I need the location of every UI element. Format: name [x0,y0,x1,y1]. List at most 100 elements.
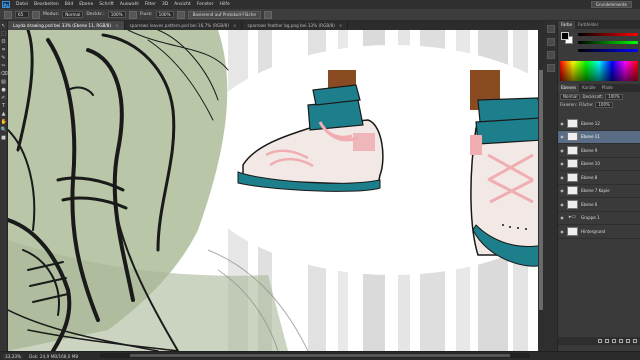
menu-ebene[interactable]: Ebene [76,2,96,7]
menu-fenster[interactable]: Fenster [194,2,217,7]
fill-field[interactable]: 100% [595,101,613,108]
eye-icon[interactable]: ◉ [558,175,566,180]
layer-row[interactable]: ◉ Ebene 12 [558,117,640,131]
blend-mode-select[interactable]: Normal [560,93,581,100]
brush-panel-icon[interactable] [32,10,40,19]
layer-row[interactable]: ◉ Ebene 9 [558,144,640,158]
eye-icon[interactable]: ◉ [558,134,566,139]
brush-size-field[interactable]: 65 [15,11,29,18]
green-slider[interactable] [578,41,638,44]
lasso-tool-icon[interactable]: ʘ [1,39,7,45]
menu-schrift[interactable]: Schrift [96,2,117,7]
new-layer-icon[interactable] [626,339,630,343]
menu-bearbeiten[interactable]: Bearbeiten [31,2,62,7]
color-panel [558,29,640,65]
document-canvas[interactable] [8,30,538,351]
foreground-swatch[interactable] [561,32,569,40]
tab-pfade[interactable]: Pfade [599,84,616,92]
flow-field[interactable]: 100% [155,11,174,18]
menu-ansicht[interactable]: Ansicht [171,2,194,7]
tools-panel: ↖ ⬚ ʘ ⌗ ✎ ✂ ⌫ ▧ ● ✍ T ▲ ✋ 🔍 ■ [0,21,8,351]
canvas-horizontal-scrollbar[interactable] [100,353,530,358]
brush-panel-icon[interactable] [546,51,555,59]
menu-bar: Ps Datei Bearbeiten Bild Ebene Schrift A… [0,0,640,9]
brush-preset-icon[interactable] [4,10,12,19]
mode-select[interactable]: Normal [62,11,84,18]
pen-tool-icon[interactable]: ✍ [1,95,7,101]
zoom-level[interactable]: 33,33% [3,353,23,359]
eye-icon[interactable]: ◉ [558,188,566,193]
layer-group-row[interactable]: ◉ ▸▭ Gruppe 1 [558,212,640,225]
link-layers-icon[interactable] [598,339,602,343]
scroll-thumb[interactable] [539,70,543,310]
layer-row[interactable]: ◉ Hintergrund [558,225,640,239]
airbrush-icon[interactable] [176,10,185,19]
workspace-switcher[interactable]: Grundelemente [590,1,632,8]
new-group-icon[interactable] [619,339,623,343]
eye-icon[interactable]: ◉ [558,229,566,234]
opacity-field[interactable]: 100% [107,11,126,18]
eraser-tool-icon[interactable]: ⌫ [1,71,8,77]
tab-layda-drawing[interactable]: Layda drawing.psd bei 33% (Ebene 11, RGB… [8,21,125,30]
eye-icon[interactable]: ◉ [558,161,566,166]
layer-style-icon[interactable] [605,339,609,343]
menu-3d[interactable]: 3D [159,2,171,7]
menu-auswahl[interactable]: Auswahl [117,2,142,7]
layer-row[interactable]: ◉ Ebene 8 [558,171,640,185]
history-panel-icon[interactable] [546,25,555,33]
pressure-opacity-icon[interactable] [128,10,137,19]
clone-tool-icon[interactable]: ✂ [1,63,7,69]
move-tool-icon[interactable]: ↖ [1,23,7,29]
eye-icon[interactable]: ◉ [558,148,566,153]
layer-row[interactable]: ◉ Ebene 6 [558,198,640,212]
marquee-tool-icon[interactable]: ⬚ [1,31,7,37]
layer-thumbnail [567,199,578,209]
layer-name: Ebene 7 Kopie [581,188,610,194]
layers-panel-tabs: Ebenen Kanäle Pfade [558,84,640,92]
eye-icon[interactable]: ◉ [558,202,566,207]
close-icon[interactable]: × [115,23,119,28]
tab-ebenen[interactable]: Ebenen [558,84,580,92]
adjustments-panel-icon[interactable] [546,64,555,72]
hand-tool-icon[interactable]: ✋ [1,119,7,125]
tab-label: sparrows feather bg.png bei 33% (RGB/8) [247,23,335,28]
color-panel-tabs: Farbe Farbfelder [558,21,640,29]
layer-opacity-field[interactable]: 100% [605,93,623,100]
dodge-tool-icon[interactable]: ● [1,87,7,93]
tab-farbfelder[interactable]: Farbfelder [575,21,601,29]
crop-tool-icon[interactable]: ⌗ [1,47,7,53]
menu-filter[interactable]: Filter [142,2,159,7]
mask-icon[interactable] [612,339,616,343]
scroll-thumb[interactable] [130,354,510,357]
blue-slider[interactable] [578,49,638,52]
close-icon[interactable]: × [339,23,343,28]
tab-feather-bg[interactable]: sparrows feather bg.png bei 33% (RGB/8) × [242,21,349,30]
color-spectrum[interactable] [560,61,638,81]
properties-panel-icon[interactable] [546,38,555,46]
type-tool-icon[interactable]: T [1,103,7,109]
layer-row[interactable]: ◉ Ebene 11 [558,130,640,144]
tab-farbe[interactable]: Farbe [558,21,576,29]
menu-datei[interactable]: Datei [13,2,31,7]
eye-icon[interactable]: ◉ [558,215,566,220]
brush-tool-icon[interactable]: ✎ [1,55,7,61]
mode-label: Modus: [43,12,60,17]
eye-icon[interactable]: ◉ [558,121,566,126]
history-erase-button[interactable]: Basierend auf Protokoll-Fläche [187,10,261,19]
close-icon[interactable]: × [233,23,237,28]
tab-leaves-pattern[interactable]: sparrows leaves pattern.psd bei 16,7% (R… [125,21,243,30]
path-select-tool-icon[interactable]: ▲ [1,111,7,117]
layer-row[interactable]: ◉ Ebene 7 Kopie [558,185,640,198]
trash-icon[interactable] [633,339,637,343]
layer-name: Ebene 9 [581,147,598,153]
gradient-tool-icon[interactable]: ▧ [1,79,7,85]
pressure-size-icon[interactable] [264,10,272,19]
red-slider[interactable] [578,33,638,36]
layers-panel-footer [558,337,640,345]
layer-row[interactable]: ◉ Ebene 10 [558,158,640,171]
tab-kanaele[interactable]: Kanäle [579,84,599,92]
menu-hilfe[interactable]: Hilfe [217,2,233,7]
foreground-color-icon[interactable]: ■ [1,135,7,141]
zoom-tool-icon[interactable]: 🔍 [1,127,7,133]
menu-bild[interactable]: Bild [62,2,76,7]
